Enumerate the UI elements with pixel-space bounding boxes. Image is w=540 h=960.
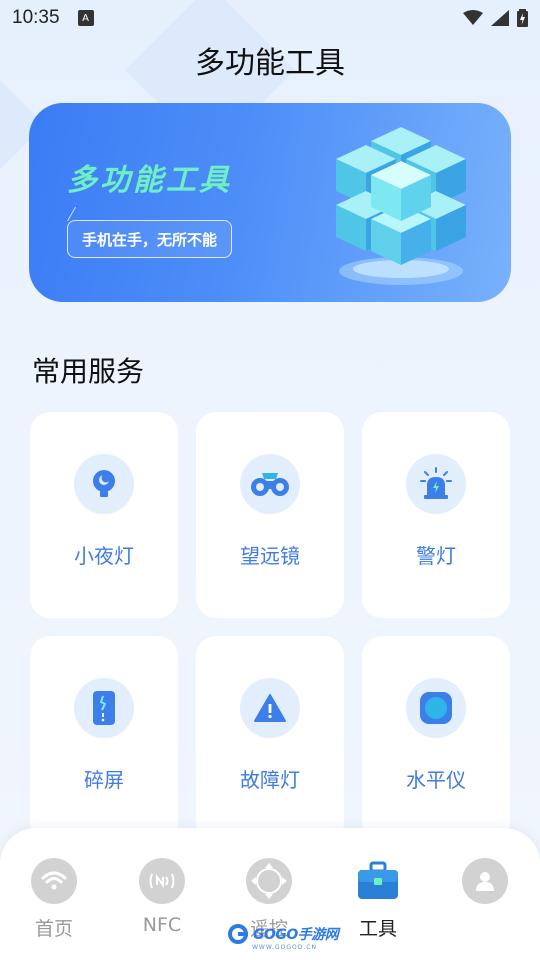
banner-slogan: 手机在手，无所不能 [67,220,233,258]
service-card-fault-light[interactable]: 故障灯 [196,636,344,842]
service-card-binoculars[interactable]: 望远镜 [196,412,344,618]
wifi-home-icon [31,858,77,904]
page-title: 多功能工具 [195,46,345,81]
service-card-night-light[interactable]: 小夜灯 [30,412,178,618]
notification-icon: A [77,10,94,26]
service-label: 故障灯 [240,768,300,792]
status-time: 10:35 [12,7,60,28]
nav-label: NFC [142,914,182,936]
service-card-siren[interactable]: 警灯 [362,412,510,618]
gogo-logo-icon [228,924,248,944]
nav-item-tools[interactable]: 工具 [338,858,418,941]
broken-phone-icon [74,678,134,738]
service-label: 水平仪 [406,768,466,792]
remote-dpad-icon [246,858,292,904]
status-icons [463,9,528,27]
user-profile-icon [462,858,508,904]
wifi-icon [463,10,483,25]
battery-charging-icon [517,9,528,27]
nav-label: 首页 [34,918,73,940]
promo-banner[interactable]: 多功能工具 手机在手，无所不能 [29,103,511,302]
nfc-icon [139,858,185,904]
nav-item-home[interactable]: 首页 [14,858,94,941]
level-icon [406,678,466,738]
warning-triangle-icon [240,678,300,738]
watermark-brand: GOGO手游网 [253,927,339,943]
cubes-illustration [336,127,466,285]
service-card-broken-screen[interactable]: 碎屏 [30,636,178,842]
service-label: 碎屏 [84,768,124,792]
siren-icon [406,454,466,514]
service-label: 警灯 [416,544,456,568]
banner-title: 多功能工具 [67,163,232,198]
signal-icon [491,10,509,26]
status-bar: 10:35 A [0,0,540,36]
watermark-url: WWW.GOGOD.CN [252,944,317,951]
service-card-level[interactable]: 水平仪 [362,636,510,842]
night-light-bulb-icon [74,454,134,514]
binoculars-icon [240,454,300,514]
nav-item-nfc[interactable]: NFC [122,858,202,936]
toolbox-icon [355,858,401,904]
service-label: 望远镜 [240,544,300,568]
section-title: 常用服务 [32,355,145,388]
watermark-logo: GOGO手游网 WWW.GOGOD.CN [228,924,339,951]
nav-item-profile[interactable] [445,858,525,914]
service-label: 小夜灯 [74,544,134,568]
nav-label: 工具 [358,918,397,940]
